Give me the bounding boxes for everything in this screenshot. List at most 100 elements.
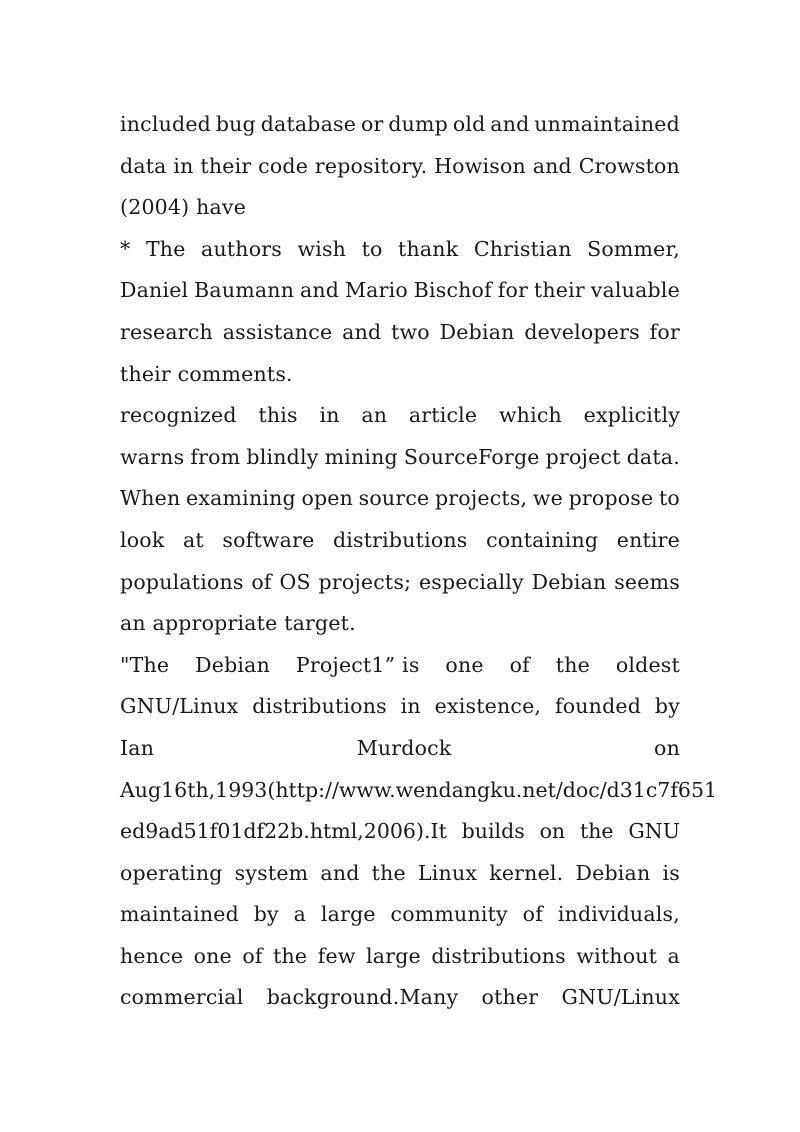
text-word: their [533, 278, 585, 303]
text-word: distributions [431, 943, 566, 968]
text-word: data [120, 153, 167, 178]
text-word: blindly [246, 444, 319, 469]
text-word: this [258, 403, 298, 428]
text-word: an [361, 403, 388, 428]
text-word: article [408, 403, 478, 428]
text-word: to [361, 236, 383, 261]
text-word: the [371, 860, 406, 885]
text-line: Aug16th,1993(http://www.wendangku.net/do… [120, 770, 717, 812]
text-word: oldest [615, 652, 680, 677]
text-word: dump [388, 112, 448, 136]
text-word: SourceForge [403, 444, 540, 469]
paragraph-block: recognized this in an article which explicitly… [120, 395, 680, 645]
text-word: Mario [344, 278, 408, 303]
text-word: without [576, 943, 658, 968]
text-word: propose [568, 486, 654, 511]
text-word: or [360, 112, 384, 136]
text-line: recognized this in an article which explicitly [120, 395, 680, 437]
text-word: founded [554, 694, 642, 719]
text-word: individuals, [557, 902, 680, 927]
text-line: populations of OS projects; especially Debian… [120, 562, 680, 604]
text-word: is [662, 860, 680, 885]
document-page: included bug database or dump old and unmaintai… [0, 0, 800, 1132]
text-word: Bischof [413, 278, 492, 303]
text-word: developers [524, 319, 640, 344]
text-word: Linux [417, 860, 478, 885]
text-word: and [342, 319, 382, 344]
text-word: distributions [252, 694, 387, 719]
text-word: the [579, 819, 614, 844]
text-word: OS [279, 569, 311, 594]
text-word: we [532, 486, 563, 511]
text-word: Christian [473, 236, 572, 261]
text-word: authors [201, 236, 282, 261]
text-word: Ian [120, 735, 155, 760]
paragraph-block: included bug database or dump old and unmaintai… [120, 104, 680, 229]
text-word: * [120, 236, 131, 261]
text-word: by [253, 902, 279, 927]
text-word: their [200, 153, 252, 178]
text-word: When [120, 486, 181, 511]
text-word: the [273, 943, 308, 968]
text-line: When examining open source projects, we propos… [120, 478, 680, 520]
text-word: and [320, 860, 360, 885]
text-line: look at software distributions containing ent… [120, 520, 680, 562]
text-word: at [183, 527, 204, 552]
text-word: mining [324, 444, 398, 469]
text-word: unmaintained [534, 112, 680, 136]
text-line: "The Debian Project1” is one of the oldest [120, 645, 680, 687]
text-word: Debian [439, 319, 515, 344]
text-word: GNU [628, 819, 680, 844]
text-word: one [445, 652, 484, 677]
text-word: populations [120, 569, 244, 594]
text-word: ed9ad51f01df22b.html,2006).It [120, 819, 447, 844]
text-word: hence [120, 943, 184, 968]
text-line: included bug database or dump old and unmaintai… [120, 104, 680, 146]
text-line: warns from blindly mining SourceForge project… [120, 437, 680, 479]
text-line: an appropriate target. [120, 603, 680, 645]
text-word: seems [614, 569, 680, 594]
text-word: especially [418, 569, 524, 594]
text-word: research [120, 319, 213, 344]
text-word: GNU/Linux [120, 694, 239, 719]
text-word: which [498, 403, 562, 428]
text-word: GNU/Linux [561, 985, 680, 1010]
text-word: operating [120, 860, 223, 885]
text-word: commercial [120, 985, 244, 1010]
footnote-block: * The authors wish to thank Christian Sommer, Da… [120, 229, 680, 395]
text-word: one [193, 943, 232, 968]
text-line: research assistance and two Debian developers… [120, 312, 680, 354]
text-word: "The [120, 652, 170, 677]
text-word: of [251, 569, 272, 594]
text-word: of [522, 902, 543, 927]
text-word: old [452, 112, 486, 136]
text-word: builds [461, 819, 525, 844]
text-line: maintained by a large community of individuals… [120, 894, 680, 936]
text-word: wish [297, 236, 347, 261]
text-word: for [649, 319, 680, 344]
text-word: (2004) have [120, 195, 247, 220]
text-word: data. [626, 444, 680, 469]
text-word: an appropriate target. [120, 611, 356, 636]
document-text-block: included bug database or dump old and unmaintai… [120, 104, 717, 1019]
text-word: The [145, 236, 186, 261]
text-word: large [366, 943, 421, 968]
text-word: Debian [531, 569, 607, 594]
text-line: ed9ad51f01df22b.html,2006).It builds on the… [120, 811, 680, 853]
text-word: bug [215, 112, 256, 136]
text-line: operating system and the Linux kernel. Debian i… [120, 853, 680, 895]
text-line: (2004) have [120, 187, 680, 229]
text-word: project [545, 444, 621, 469]
text-word: thank [398, 236, 459, 261]
text-word: Project1” is [295, 652, 420, 677]
text-word: maintained [120, 902, 239, 927]
text-word: Aug16th,1993(http://www.wendangku.net/do… [120, 777, 718, 802]
text-line: GNU/Linux distributions in existence, founde… [120, 686, 680, 728]
text-word: in [400, 694, 421, 719]
text-word: background.Many [266, 985, 459, 1010]
text-word: Daniel [120, 278, 189, 303]
text-word: database [260, 112, 357, 136]
text-word: containing [486, 527, 599, 552]
text-line: hence one of the few large distributions withou… [120, 936, 680, 978]
text-word: Debian [575, 860, 651, 885]
